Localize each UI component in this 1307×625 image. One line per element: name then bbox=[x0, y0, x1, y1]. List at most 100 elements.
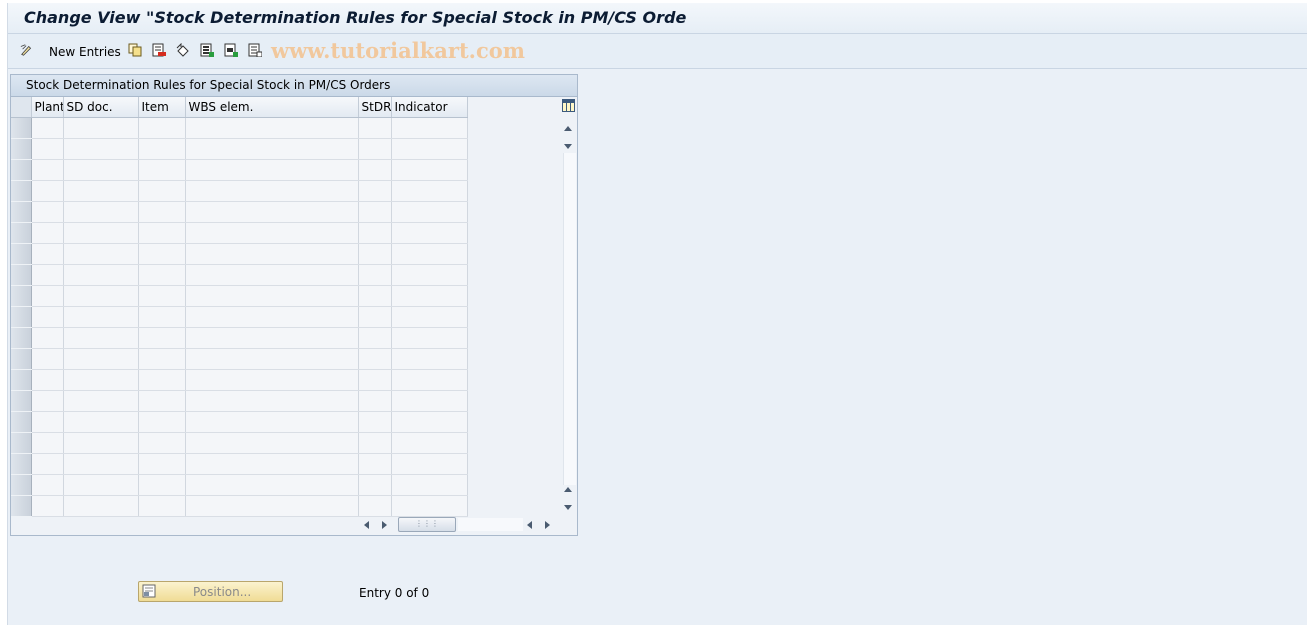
vertical-scrollbar[interactable] bbox=[561, 97, 577, 517]
display-change-icon[interactable] bbox=[20, 42, 34, 57]
cell-wbs-elem[interactable] bbox=[185, 432, 359, 454]
cell-indicator[interactable] bbox=[391, 495, 468, 517]
cell-stdr[interactable] bbox=[358, 369, 392, 391]
cell-item[interactable] bbox=[138, 117, 186, 139]
cell-sd-doc[interactable] bbox=[63, 390, 139, 412]
cell-sd-doc[interactable] bbox=[63, 495, 139, 517]
cell-item[interactable] bbox=[138, 306, 186, 328]
cell-indicator[interactable] bbox=[391, 117, 468, 139]
cell-indicator[interactable] bbox=[391, 306, 468, 328]
cell-wbs-elem[interactable] bbox=[185, 474, 359, 496]
cell-plant[interactable] bbox=[31, 243, 64, 265]
cell-wbs-elem[interactable] bbox=[185, 243, 359, 265]
cell-sd-doc[interactable] bbox=[63, 243, 139, 265]
horizontal-scrollbar[interactable]: ⋮⋮⋮ bbox=[357, 517, 557, 533]
cell-plant[interactable] bbox=[31, 327, 64, 349]
row-selector[interactable] bbox=[11, 222, 32, 244]
cell-stdr[interactable] bbox=[358, 390, 392, 412]
cell-item[interactable] bbox=[138, 369, 186, 391]
scroll-left-icon[interactable] bbox=[364, 521, 369, 529]
column-header-wbs-elem[interactable]: WBS elem. bbox=[185, 97, 359, 118]
cell-item[interactable] bbox=[138, 285, 186, 307]
row-selector[interactable] bbox=[11, 201, 32, 223]
cell-stdr[interactable] bbox=[358, 327, 392, 349]
deselect-all-icon[interactable] bbox=[248, 42, 262, 57]
select-block-icon[interactable] bbox=[224, 42, 238, 57]
cell-plant[interactable] bbox=[31, 348, 64, 370]
cell-plant[interactable] bbox=[31, 306, 64, 328]
row-selector[interactable] bbox=[11, 285, 32, 307]
scroll-page-up-icon[interactable] bbox=[564, 487, 572, 492]
cell-wbs-elem[interactable] bbox=[185, 117, 359, 139]
cell-stdr[interactable] bbox=[358, 495, 392, 517]
column-header-item[interactable]: Item bbox=[138, 97, 186, 118]
delete-icon[interactable] bbox=[152, 42, 166, 57]
cell-plant[interactable] bbox=[31, 285, 64, 307]
cell-item[interactable] bbox=[138, 432, 186, 454]
cell-sd-doc[interactable] bbox=[63, 453, 139, 475]
row-selector[interactable] bbox=[11, 411, 32, 433]
cell-wbs-elem[interactable] bbox=[185, 327, 359, 349]
cell-sd-doc[interactable] bbox=[63, 264, 139, 286]
cell-wbs-elem[interactable] bbox=[185, 369, 359, 391]
cell-indicator[interactable] bbox=[391, 159, 468, 181]
cell-plant[interactable] bbox=[31, 369, 64, 391]
scroll-right-icon[interactable] bbox=[382, 521, 387, 529]
cell-sd-doc[interactable] bbox=[63, 432, 139, 454]
cell-indicator[interactable] bbox=[391, 474, 468, 496]
row-selector[interactable] bbox=[11, 264, 32, 286]
cell-item[interactable] bbox=[138, 222, 186, 244]
cell-sd-doc[interactable] bbox=[63, 411, 139, 433]
row-selector[interactable] bbox=[11, 495, 32, 517]
cell-plant[interactable] bbox=[31, 117, 64, 139]
cell-sd-doc[interactable] bbox=[63, 180, 139, 202]
scroll-first-column-icon[interactable] bbox=[527, 521, 532, 529]
cell-plant[interactable] bbox=[31, 222, 64, 244]
scroll-down-icon[interactable] bbox=[564, 144, 572, 149]
cell-wbs-elem[interactable] bbox=[185, 264, 359, 286]
cell-stdr[interactable] bbox=[358, 222, 392, 244]
cell-sd-doc[interactable] bbox=[63, 348, 139, 370]
row-selector[interactable] bbox=[11, 432, 32, 454]
column-header-plant[interactable]: Plant bbox=[31, 97, 64, 118]
cell-indicator[interactable] bbox=[391, 285, 468, 307]
cell-stdr[interactable] bbox=[358, 159, 392, 181]
cell-stdr[interactable] bbox=[358, 474, 392, 496]
select-all-icon[interactable] bbox=[200, 42, 214, 57]
cell-stdr[interactable] bbox=[358, 453, 392, 475]
cell-plant[interactable] bbox=[31, 201, 64, 223]
cell-sd-doc[interactable] bbox=[63, 474, 139, 496]
row-selector[interactable] bbox=[11, 117, 32, 139]
cell-sd-doc[interactable] bbox=[63, 306, 139, 328]
cell-item[interactable] bbox=[138, 243, 186, 265]
cell-item[interactable] bbox=[138, 390, 186, 412]
cell-item[interactable] bbox=[138, 453, 186, 475]
copy-as-icon[interactable] bbox=[128, 42, 142, 57]
column-header-stdr[interactable]: StDR bbox=[358, 97, 392, 118]
cell-plant[interactable] bbox=[31, 180, 64, 202]
cell-indicator[interactable] bbox=[391, 138, 468, 160]
cell-sd-doc[interactable] bbox=[63, 138, 139, 160]
cell-plant[interactable] bbox=[31, 390, 64, 412]
cell-stdr[interactable] bbox=[358, 306, 392, 328]
cell-stdr[interactable] bbox=[358, 201, 392, 223]
cell-wbs-elem[interactable] bbox=[185, 159, 359, 181]
cell-stdr[interactable] bbox=[358, 180, 392, 202]
column-header-indicator[interactable]: Indicator bbox=[391, 97, 468, 118]
cell-wbs-elem[interactable] bbox=[185, 201, 359, 223]
cell-sd-doc[interactable] bbox=[63, 327, 139, 349]
cell-indicator[interactable] bbox=[391, 222, 468, 244]
row-selector[interactable] bbox=[11, 474, 32, 496]
cell-indicator[interactable] bbox=[391, 327, 468, 349]
scroll-page-down-icon[interactable] bbox=[564, 505, 572, 510]
cell-indicator[interactable] bbox=[391, 348, 468, 370]
row-selector[interactable] bbox=[11, 327, 32, 349]
horizontal-scroll-thumb[interactable]: ⋮⋮⋮ bbox=[398, 517, 456, 532]
cell-sd-doc[interactable] bbox=[63, 159, 139, 181]
scroll-last-column-icon[interactable] bbox=[545, 521, 550, 529]
cell-wbs-elem[interactable] bbox=[185, 138, 359, 160]
cell-item[interactable] bbox=[138, 348, 186, 370]
cell-indicator[interactable] bbox=[391, 453, 468, 475]
cell-plant[interactable] bbox=[31, 138, 64, 160]
cell-item[interactable] bbox=[138, 411, 186, 433]
